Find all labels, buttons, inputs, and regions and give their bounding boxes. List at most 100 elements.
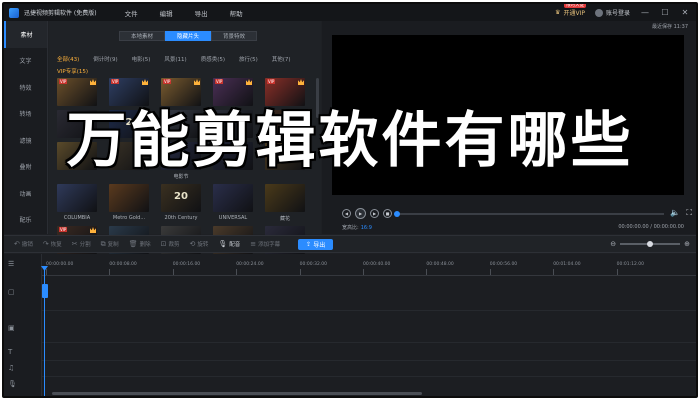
stop-icon[interactable]: ■ bbox=[383, 209, 392, 218]
template-thumbnail[interactable]: 20 bbox=[161, 184, 201, 212]
login-button[interactable]: 账号登录 bbox=[594, 8, 630, 17]
ruler-tick bbox=[616, 269, 618, 275]
track-divider bbox=[42, 376, 696, 377]
category-filter-item[interactable]: 质感类(5) bbox=[201, 55, 225, 63]
ruler-tick-label: 00:00:24.00 bbox=[236, 262, 264, 267]
template-card[interactable]: Metro Gold... bbox=[109, 184, 149, 222]
zoom-in-icon[interactable]: ⊕ bbox=[684, 240, 690, 248]
category-filter-item[interactable]: 风景(11) bbox=[164, 55, 186, 63]
timeline: ☰ ▢ ▣ T ♫ 🎙 00:00:00.00 00:00:08.00 00:00:… bbox=[4, 254, 696, 396]
playback-controls: ◀ ▶ ▶ ■ bbox=[342, 208, 392, 219]
zoom-knob[interactable] bbox=[647, 241, 654, 247]
music-track-icon[interactable]: ♫ bbox=[8, 364, 14, 372]
crown-icon bbox=[194, 79, 200, 85]
play-icon[interactable]: ▶ bbox=[355, 208, 366, 219]
close-icon[interactable]: ✕ bbox=[680, 8, 690, 17]
open-vip-button[interactable]: ♛ 开通VIP 限时大促 bbox=[555, 4, 587, 17]
time-ruler[interactable]: 00:00:00.00 00:00:08.00 00:00:16.00 00:00:2… bbox=[42, 262, 696, 276]
sidebar-item[interactable]: 文字 bbox=[4, 48, 47, 75]
playhead[interactable] bbox=[44, 268, 45, 396]
sidebar-item[interactable]: 配乐 bbox=[4, 207, 47, 234]
avatar bbox=[594, 8, 603, 17]
playback-progress[interactable] bbox=[394, 211, 664, 217]
crown-icon bbox=[246, 79, 252, 85]
previous-frame-icon[interactable]: ◀ bbox=[342, 209, 351, 218]
next-frame-icon[interactable]: ▶ bbox=[370, 209, 379, 218]
sidebar-item[interactable]: 素材 bbox=[4, 21, 47, 48]
progress-knob[interactable] bbox=[394, 211, 400, 217]
clip-insert-marker[interactable] bbox=[42, 284, 48, 298]
tool-label: 恢复 bbox=[50, 242, 62, 248]
menu-export[interactable]: 导出 bbox=[195, 8, 208, 18]
template-thumbnail[interactable] bbox=[57, 184, 97, 212]
track-headers: ☰ ▢ ▣ T ♫ 🎙 bbox=[4, 254, 42, 396]
category-filter-item[interactable]: 倒计时(9) bbox=[93, 55, 117, 63]
template-card[interactable]: UNIVERSAL bbox=[213, 184, 253, 222]
ruler-tick-label: 00:00:08.00 bbox=[109, 262, 137, 267]
fullscreen-icon[interactable]: ⛶ bbox=[686, 208, 692, 218]
category-filter-item[interactable]: 全部(43) bbox=[57, 55, 79, 63]
template-label: 藏花 bbox=[279, 216, 290, 222]
menu-edit[interactable]: 编辑 bbox=[160, 8, 173, 18]
template-card[interactable]: 藏花 bbox=[265, 184, 305, 222]
template-thumbnail[interactable] bbox=[213, 184, 253, 212]
export-button[interactable]: ⇪ 导出 bbox=[298, 238, 334, 250]
tool-button[interactable]: 🗑 删除 bbox=[129, 240, 151, 248]
text-track-icon[interactable]: T bbox=[8, 348, 12, 356]
tool-button[interactable]: ✂ 分割 bbox=[72, 240, 91, 248]
promo-badge: 限时大促 bbox=[564, 3, 587, 8]
tool-icon: ⧉ bbox=[100, 239, 106, 248]
title-bar: 迅捷视频剪辑软件 (免费版) 文件 编辑 导出 帮助 ♛ 开通VIP 限时大促 … bbox=[4, 4, 696, 21]
track-divider bbox=[42, 310, 696, 311]
image-track-icon[interactable]: ▣ bbox=[8, 324, 15, 332]
template-thumbnail[interactable] bbox=[265, 184, 305, 212]
timeline-scrollbar[interactable] bbox=[52, 392, 422, 395]
tool-icon: 🗑 bbox=[128, 240, 138, 248]
template-card[interactable]: 20 20th Century bbox=[161, 184, 201, 222]
tool-button[interactable]: ≡ 添加字幕 bbox=[250, 240, 280, 248]
tool-button[interactable]: ⧉ 复制 bbox=[101, 240, 119, 249]
minimize-icon[interactable]: — bbox=[640, 8, 650, 17]
crown-icon: ♛ bbox=[555, 9, 561, 16]
library-tab[interactable]: 隐藏片头 bbox=[165, 31, 211, 41]
titlebar-right: ♛ 开通VIP 限时大促 账号登录 — ☐ ✕ bbox=[555, 4, 690, 21]
template-card[interactable]: COLUMBIA bbox=[57, 184, 97, 222]
tool-button[interactable]: ⟲ 旋转 bbox=[189, 240, 208, 248]
video-track-icon[interactable]: ▢ bbox=[8, 288, 15, 296]
zoom-out-icon[interactable]: ⊖ bbox=[610, 240, 616, 248]
category-filter-item[interactable]: 电影(5) bbox=[132, 55, 151, 63]
tool-button[interactable]: 🎙 配音 bbox=[218, 240, 240, 248]
menu-file[interactable]: 文件 bbox=[125, 8, 138, 18]
library-tab[interactable]: 背景特效 bbox=[211, 31, 257, 41]
sidebar-item[interactable]: 动画 bbox=[4, 180, 47, 207]
tool-label: 配音 bbox=[229, 242, 241, 248]
category-filter-item[interactable]: 旅行(5) bbox=[239, 55, 258, 63]
library-tabs: 本地素材 隐藏片头 背景特效 bbox=[119, 31, 257, 41]
voice-track-icon[interactable]: 🎙 bbox=[8, 380, 17, 388]
ruler-tick-label: 00:00:40.00 bbox=[363, 262, 391, 267]
template-thumbnail[interactable] bbox=[109, 184, 149, 212]
tool-icon: 🎙 bbox=[218, 240, 228, 248]
tool-button[interactable]: ↷ 恢复 bbox=[43, 240, 62, 248]
zoom-slider[interactable] bbox=[620, 241, 681, 247]
track-menu-icon[interactable]: ☰ bbox=[8, 260, 14, 268]
tool-icon: ↷ bbox=[42, 240, 49, 248]
maximize-icon[interactable]: ☐ bbox=[660, 8, 670, 17]
aspect-ratio-label: 宽高比: bbox=[342, 225, 359, 231]
ruler-tick bbox=[426, 269, 428, 275]
vip-tag: VIP bbox=[59, 79, 68, 84]
vip-section-label: VIP专享(15) bbox=[57, 69, 88, 75]
ruler-tick-label: 00:00:48.00 bbox=[426, 262, 454, 267]
aspect-ratio[interactable]: 宽高比: 16:9 bbox=[342, 224, 372, 231]
timeline-zoom: ⊖ ⊕ bbox=[610, 240, 690, 248]
tool-button[interactable]: ↶ 撤销 bbox=[14, 240, 33, 248]
menu-help[interactable]: 帮助 bbox=[230, 8, 243, 18]
template-label: UNIVERSAL bbox=[218, 215, 248, 221]
volume-icon[interactable]: 🔈 bbox=[670, 208, 680, 217]
tool-button[interactable]: ⊡ 裁剪 bbox=[161, 240, 180, 248]
library-tab[interactable]: 本地素材 bbox=[119, 31, 165, 41]
menu-bar: 文件 编辑 导出 帮助 bbox=[125, 8, 243, 18]
track-divider bbox=[42, 360, 696, 361]
category-filter-item[interactable]: 其他(7) bbox=[272, 55, 291, 63]
thumbnail-glyph: 20 bbox=[174, 191, 188, 202]
